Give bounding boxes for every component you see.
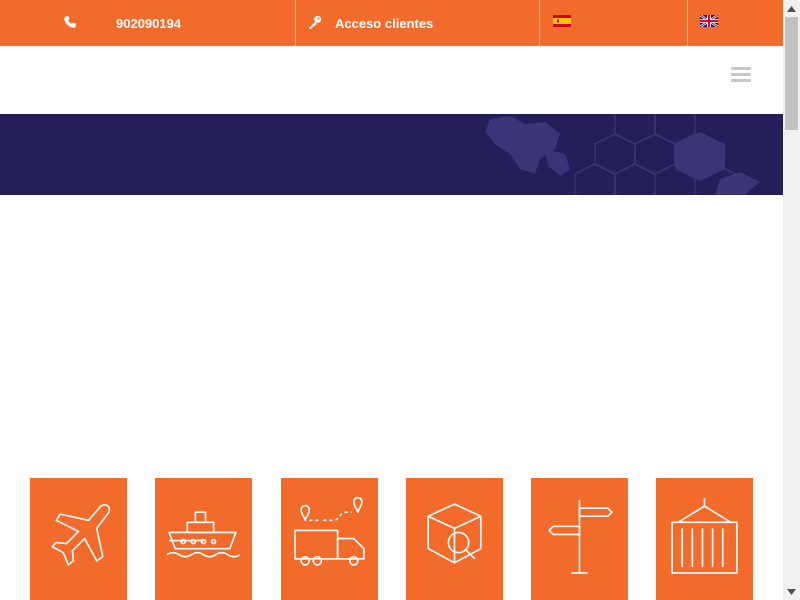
service-tile-container[interactable] xyxy=(656,478,753,600)
ship-icon xyxy=(166,511,241,558)
topbar-divider xyxy=(687,0,688,46)
service-tile-air[interactable] xyxy=(30,478,127,600)
service-tile-tracking[interactable] xyxy=(406,478,503,600)
service-tile-consulting[interactable] xyxy=(531,478,628,600)
signpost-icon xyxy=(548,500,613,574)
hexagon-map-pattern xyxy=(485,114,760,195)
package-search-icon xyxy=(427,503,482,564)
phone-icon xyxy=(64,15,77,28)
key-icon xyxy=(309,15,322,29)
vertical-scrollbar[interactable] xyxy=(783,0,800,600)
airplane-icon xyxy=(51,504,111,566)
site-header xyxy=(0,46,783,114)
scroll-up-icon[interactable] xyxy=(783,0,800,17)
topbar-divider xyxy=(539,0,540,46)
phone-number-link[interactable]: 902090194 xyxy=(116,0,181,46)
service-tile-land[interactable] xyxy=(281,478,378,600)
spain-flag-icon[interactable] xyxy=(553,15,571,27)
topbar-divider xyxy=(295,0,296,46)
top-contact-bar: 902090194 Acceso clientes xyxy=(0,0,783,46)
service-tile-sea[interactable] xyxy=(155,478,252,600)
delivery-truck-route-icon xyxy=(294,496,365,566)
scroll-down-icon[interactable] xyxy=(783,583,800,600)
uk-flag-icon[interactable] xyxy=(700,15,718,27)
container-crane-icon xyxy=(671,498,738,574)
client-access-link[interactable]: Acceso clientes xyxy=(335,0,433,46)
hero-banner xyxy=(0,114,783,195)
page-viewport: 902090194 Acceso clientes xyxy=(0,0,800,600)
scrollbar-thumb[interactable] xyxy=(785,17,798,130)
hamburger-menu-icon[interactable] xyxy=(731,67,751,83)
